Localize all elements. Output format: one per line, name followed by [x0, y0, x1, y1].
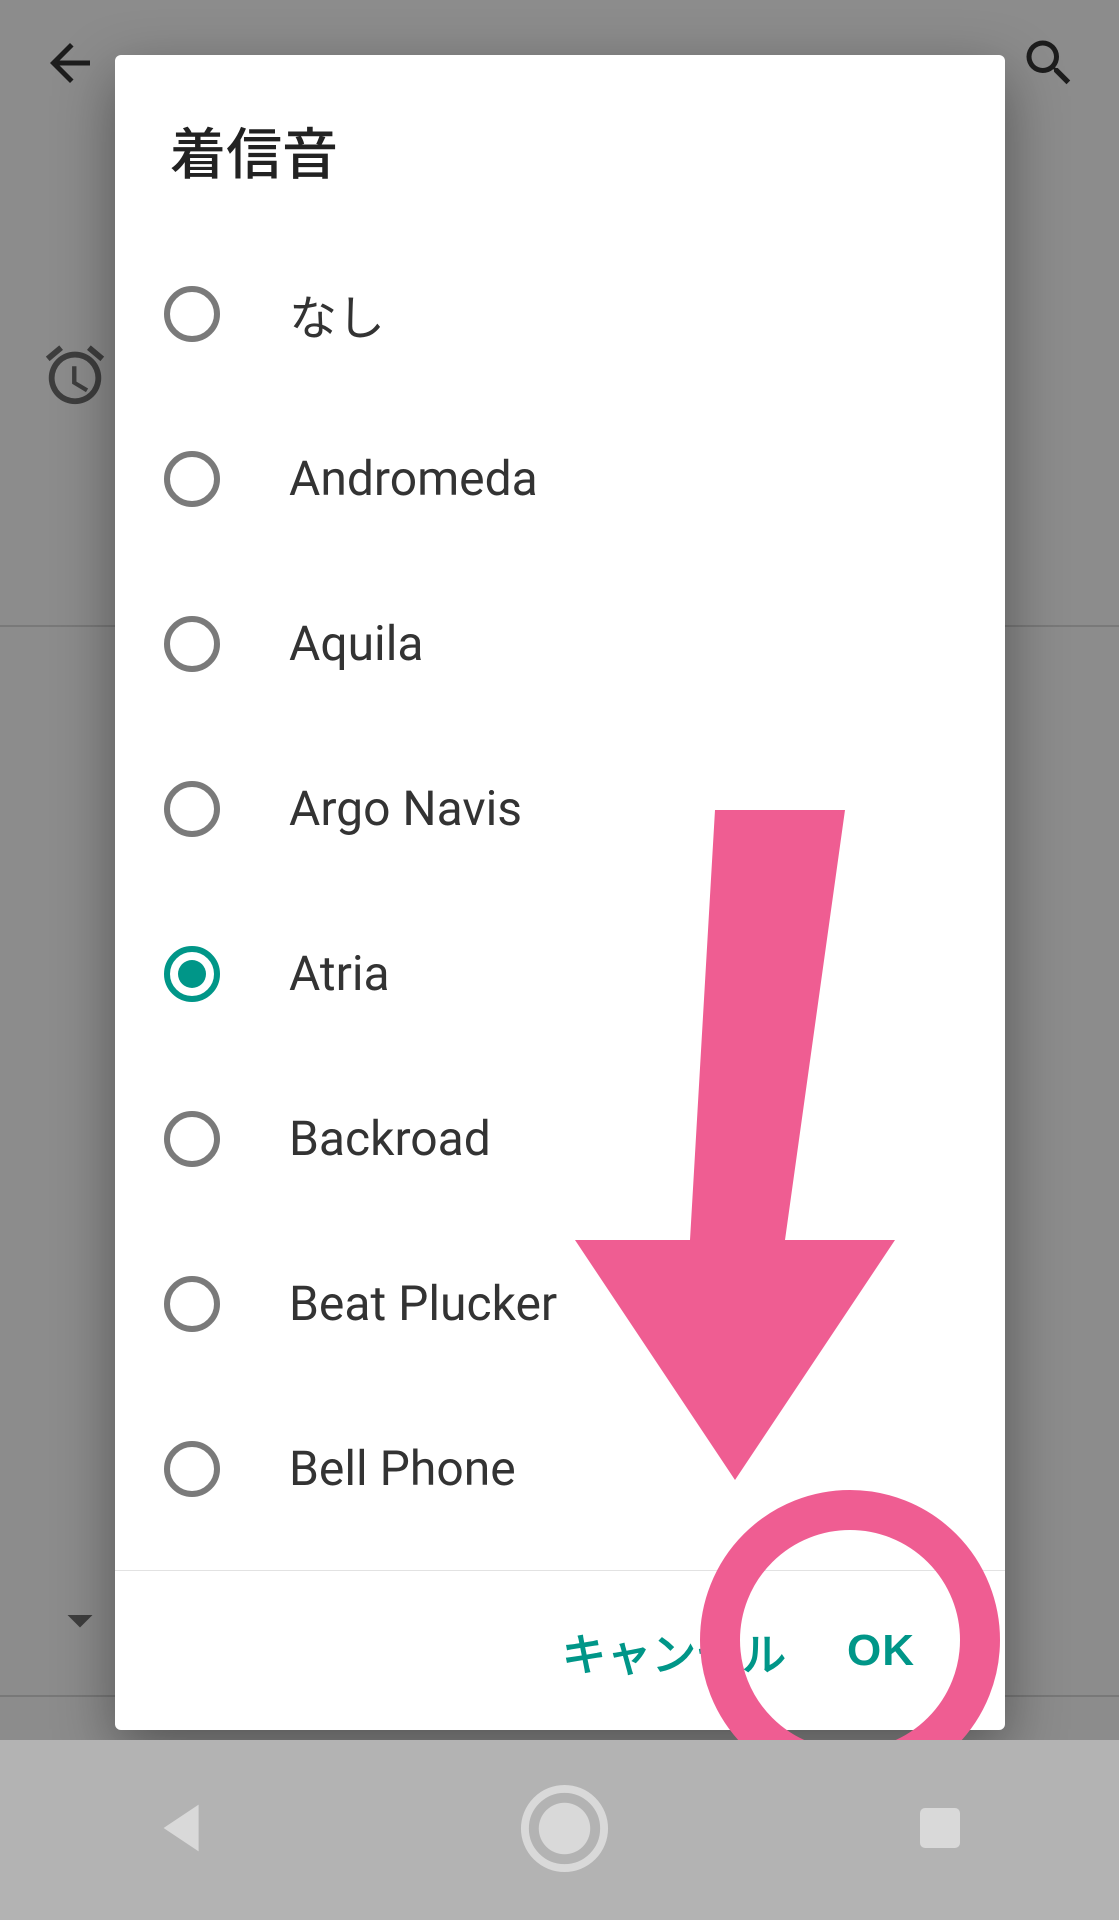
dialog-actions: キャンセル OK [115, 1570, 1005, 1730]
ringtone-label: Argo Navis [234, 780, 522, 837]
ringtone-option-bentley-dubs[interactable]: Bentley Dubs [150, 1551, 1005, 1570]
radio-icon [150, 451, 234, 507]
ringtone-label: Andromeda [234, 450, 538, 507]
ringtone-list[interactable]: なし Andromeda Aquila Argo Navis Atria Bac… [115, 231, 1005, 1570]
ringtone-label: なし [234, 279, 385, 349]
radio-icon [150, 1111, 234, 1167]
radio-icon [150, 286, 234, 342]
ringtone-label: Atria [234, 945, 390, 1002]
ringtone-option-beat-plucker[interactable]: Beat Plucker [150, 1221, 1005, 1386]
radio-icon [150, 1276, 234, 1332]
ringtone-label: Aquila [234, 615, 424, 672]
ringtone-option-andromeda[interactable]: Andromeda [150, 396, 1005, 561]
nav-home-icon[interactable] [517, 1781, 612, 1880]
ringtone-option-backroad[interactable]: Backroad [150, 1056, 1005, 1221]
ringtone-option-atria[interactable]: Atria [150, 891, 1005, 1056]
ringtone-option-argo-navis[interactable]: Argo Navis [150, 726, 1005, 891]
dialog-title: 着信音 [115, 55, 1005, 231]
cancel-button[interactable]: キャンセル [562, 1619, 787, 1683]
ringtone-label: Backroad [234, 1110, 491, 1167]
nav-recent-icon[interactable] [910, 1798, 970, 1862]
ringtone-label: Bell Phone [234, 1440, 516, 1497]
ringtone-option-bell-phone[interactable]: Bell Phone [150, 1386, 1005, 1551]
ringtone-dialog: 着信音 なし Andromeda Aquila Argo Navis Atria… [115, 55, 1005, 1730]
ok-button[interactable]: OK [847, 1626, 915, 1676]
ringtone-option-none[interactable]: なし [150, 231, 1005, 396]
radio-icon [150, 781, 234, 837]
radio-icon-selected [150, 946, 234, 1002]
ringtone-label: Beat Plucker [234, 1275, 557, 1332]
system-navigation-bar [0, 1740, 1119, 1920]
ringtone-option-aquila[interactable]: Aquila [150, 561, 1005, 726]
nav-back-icon[interactable] [149, 1793, 219, 1867]
radio-icon [150, 1441, 234, 1497]
radio-icon [150, 616, 234, 672]
